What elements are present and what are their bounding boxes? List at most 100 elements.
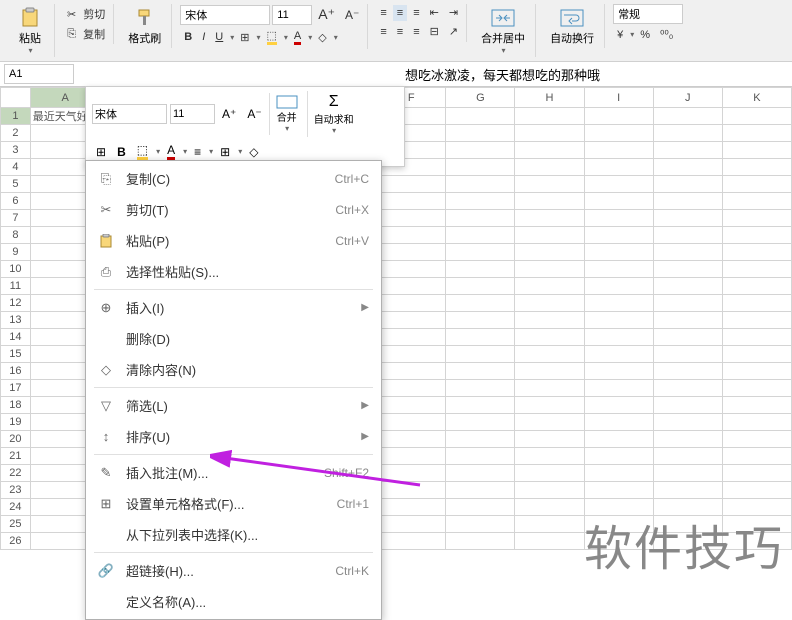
menu-delete[interactable]: 删除(D) <box>86 323 381 354</box>
row-head[interactable]: 15 <box>1 346 31 363</box>
row-head[interactable]: 21 <box>1 448 31 465</box>
scissors-icon: ✂ <box>96 202 116 218</box>
menu-format-cells[interactable]: ⊞ 设置单元格格式(F)... Ctrl+1 <box>86 488 381 519</box>
mini-autosum-button[interactable]: Σ自动求和▾ <box>307 91 360 137</box>
mini-format-icon[interactable]: ⊞ <box>92 143 110 161</box>
wrap-text-button[interactable]: 自动换行 <box>544 4 600 48</box>
mini-fill-button[interactable]: ⬚ <box>133 141 152 162</box>
decrease-font-icon[interactable]: A⁻ <box>341 6 363 24</box>
row-head[interactable]: 7 <box>1 210 31 227</box>
menu-define-name[interactable]: 定义名称(A)... <box>86 586 381 617</box>
brush-icon <box>131 6 159 30</box>
italic-button[interactable]: I <box>198 29 209 45</box>
align-middle-icon[interactable]: ≡ <box>393 5 407 21</box>
mini-size-select[interactable] <box>170 104 215 124</box>
submenu-arrow-icon: ▶ <box>361 302 369 313</box>
mini-align-button[interactable]: ≡ <box>190 143 205 161</box>
underline-button[interactable]: U <box>211 29 227 45</box>
row-head[interactable]: 25 <box>1 516 31 533</box>
decrease-indent-icon[interactable]: ⇤ <box>426 4 443 21</box>
col-head-H[interactable]: H <box>515 88 584 108</box>
row-head[interactable]: 17 <box>1 380 31 397</box>
col-head-J[interactable]: J <box>653 88 722 108</box>
row-head[interactable]: 23 <box>1 482 31 499</box>
align-right-icon[interactable]: ≡ <box>409 24 423 40</box>
merge-center-button[interactable]: 合并居中▾ <box>475 4 531 57</box>
currency-icon[interactable]: ¥ <box>613 27 627 43</box>
row-head[interactable]: 26 <box>1 533 31 550</box>
menu-filter[interactable]: ▽ 筛选(L) ▶ <box>86 390 381 421</box>
col-head-K[interactable]: K <box>722 88 791 108</box>
menu-separator <box>94 454 373 455</box>
increase-font-icon[interactable]: A⁺ <box>314 4 339 25</box>
col-head-I[interactable]: I <box>584 88 653 108</box>
row-head[interactable]: 3 <box>1 142 31 159</box>
formula-bar: 想吃冰激凌，每天都想吃的那种哦 <box>0 62 792 87</box>
row-head[interactable]: 10 <box>1 261 31 278</box>
align-top-icon[interactable]: ≡ <box>376 5 390 21</box>
row-head[interactable]: 1 <box>1 108 31 125</box>
menu-insert-comment[interactable]: ✎ 插入批注(M)... Shift+F2 <box>86 457 381 488</box>
font-color-button[interactable]: A <box>290 28 305 47</box>
align-left-icon[interactable]: ≡ <box>376 24 390 40</box>
menu-pick-from-list[interactable]: 从下拉列表中选择(K)... <box>86 519 381 550</box>
cut-button[interactable]: ✂ 剪切 <box>63 4 109 24</box>
increase-indent-icon[interactable]: ⇥ <box>445 4 462 21</box>
mini-decrease-font-icon[interactable]: A⁻ <box>243 105 265 123</box>
clear-format-button[interactable]: ◇ <box>314 29 330 46</box>
mini-increase-font-icon[interactable]: A⁺ <box>218 105 240 123</box>
paste-button[interactable]: 粘贴▾ <box>10 4 50 57</box>
menu-sort[interactable]: ↕ 排序(U) ▶ <box>86 421 381 452</box>
font-size-select[interactable] <box>272 5 312 25</box>
format-cells-icon: ⊞ <box>96 496 116 512</box>
row-head[interactable]: 6 <box>1 193 31 210</box>
comma-icon[interactable]: ⁰⁰₀ <box>656 26 677 43</box>
select-all-corner[interactable] <box>1 88 31 108</box>
eraser-icon: ◇ <box>96 362 116 378</box>
align-bottom-icon[interactable]: ≡ <box>409 5 423 21</box>
row-head[interactable]: 19 <box>1 414 31 431</box>
mini-fontcolor-button[interactable]: A <box>163 141 179 162</box>
row-head[interactable]: 11 <box>1 278 31 295</box>
menu-copy[interactable]: ⎘ 复制(C) Ctrl+C <box>86 163 381 194</box>
border-button[interactable]: ⊞ <box>236 29 253 46</box>
percent-icon[interactable]: % <box>636 27 654 43</box>
row-head[interactable]: 16 <box>1 363 31 380</box>
row-head[interactable]: 2 <box>1 125 31 142</box>
name-box[interactable] <box>4 64 74 84</box>
format-painter-button[interactable]: 格式刷 <box>122 4 167 48</box>
row-head[interactable]: 9 <box>1 244 31 261</box>
mini-merge-button[interactable]: 合并▾ <box>269 93 304 135</box>
fill-color-button[interactable]: ⬚ <box>263 27 281 47</box>
merge-split-icon[interactable]: ⊟ <box>426 23 443 40</box>
menu-insert[interactable]: ⊕ 插入(I) ▶ <box>86 292 381 323</box>
copy-button[interactable]: ⎘ 复制 <box>63 24 109 44</box>
menu-paste[interactable]: 粘贴(P) Ctrl+V <box>86 225 381 256</box>
align-center-icon[interactable]: ≡ <box>393 24 407 40</box>
col-head-G[interactable]: G <box>446 88 515 108</box>
menu-paste-special[interactable]: ⎙ 选择性粘贴(S)... <box>86 256 381 287</box>
font-name-select[interactable] <box>180 5 270 25</box>
row-head[interactable]: 14 <box>1 329 31 346</box>
mini-border-button[interactable]: ⊞ <box>216 143 234 161</box>
mini-font-select[interactable] <box>92 104 167 124</box>
row-head[interactable]: 13 <box>1 312 31 329</box>
mini-bold-button[interactable]: B <box>113 143 130 161</box>
bold-button[interactable]: B <box>180 29 196 45</box>
mini-format-cell-icon[interactable]: ◇ <box>245 143 262 161</box>
row-head[interactable]: 20 <box>1 431 31 448</box>
submenu-arrow-icon: ▶ <box>361 400 369 411</box>
row-head[interactable]: 24 <box>1 499 31 516</box>
row-head[interactable]: 12 <box>1 295 31 312</box>
row-head[interactable]: 18 <box>1 397 31 414</box>
menu-clear[interactable]: ◇ 清除内容(N) <box>86 354 381 385</box>
row-head[interactable]: 22 <box>1 465 31 482</box>
menu-hyperlink[interactable]: 🔗 超链接(H)... Ctrl+K <box>86 555 381 586</box>
orientation-icon[interactable]: ↗ <box>445 23 462 40</box>
formula-content[interactable]: 想吃冰激凌，每天都想吃的那种哦 <box>80 65 788 84</box>
number-format-select[interactable] <box>613 4 683 24</box>
row-head[interactable]: 5 <box>1 176 31 193</box>
row-head[interactable]: 8 <box>1 227 31 244</box>
menu-cut[interactable]: ✂ 剪切(T) Ctrl+X <box>86 194 381 225</box>
row-head[interactable]: 4 <box>1 159 31 176</box>
